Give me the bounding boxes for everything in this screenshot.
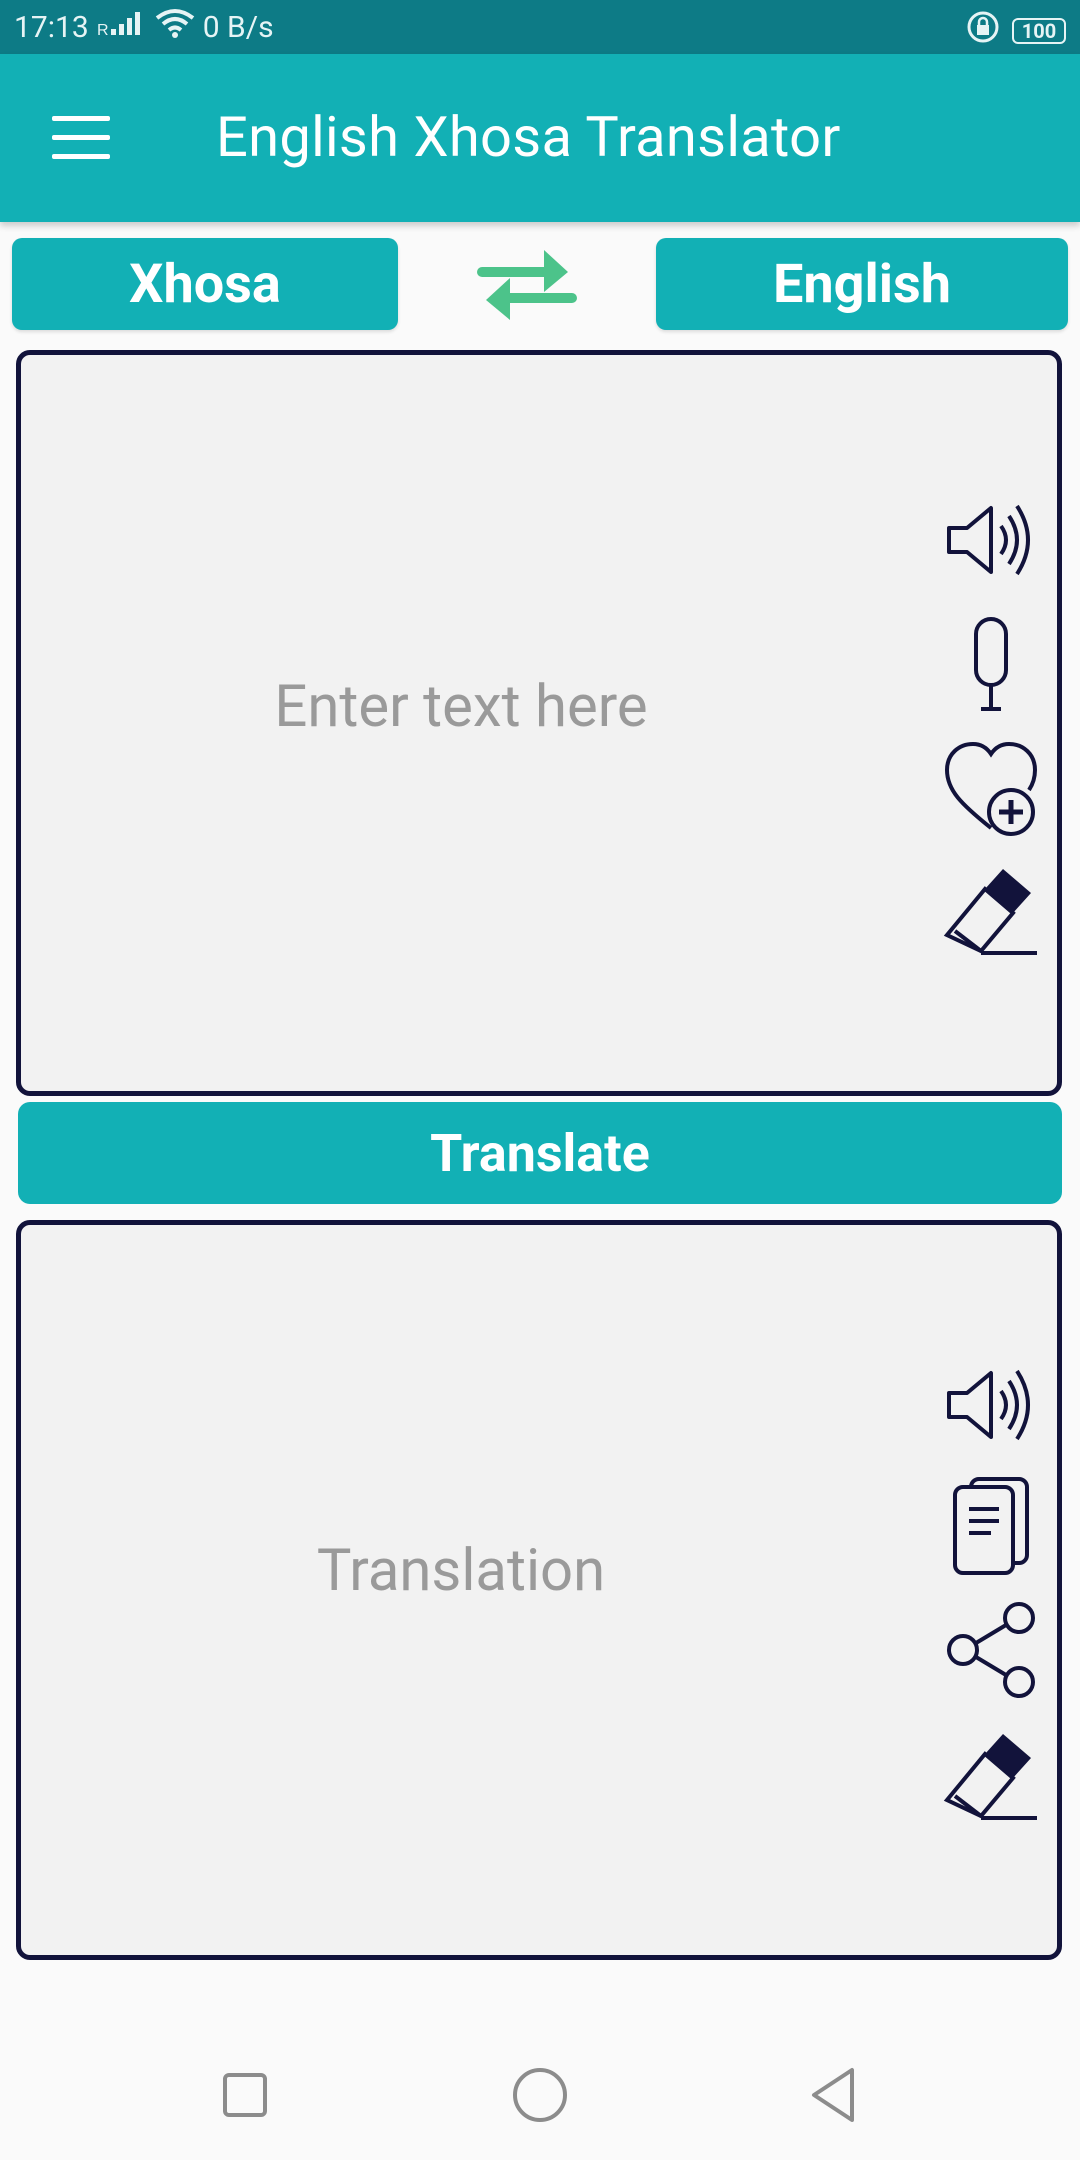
network-speed: 0 B/s [202, 9, 274, 45]
favorite-add-icon[interactable] [941, 740, 1041, 840]
back-triangle-icon[interactable] [800, 2060, 870, 2130]
swap-arrows-icon[interactable] [472, 242, 582, 328]
microphone-icon[interactable] [941, 615, 1041, 715]
home-circle-icon[interactable] [505, 2060, 575, 2130]
navigation-bar [0, 2000, 1080, 2160]
recents-square-icon[interactable] [210, 2060, 280, 2130]
input-text-field[interactable]: Enter text here [21, 673, 901, 741]
translate-button[interactable]: Translate [18, 1102, 1062, 1204]
battery-indicator: 100 [1012, 18, 1066, 44]
output-panel: Translation [16, 1220, 1062, 1960]
signal-icon: R [97, 9, 147, 45]
translate-button-label: Translate [430, 1122, 650, 1184]
speaker-icon[interactable] [941, 490, 1041, 590]
status-bar: 17:13 R 0 B/s 100 [0, 0, 1080, 54]
copy-icon[interactable] [941, 1475, 1041, 1575]
eraser-icon[interactable] [941, 1730, 1041, 1830]
eraser-icon[interactable] [941, 865, 1041, 965]
app-title: English Xhosa Translator [216, 104, 841, 170]
speaker-icon[interactable] [941, 1355, 1041, 1455]
status-time: 17:13 [14, 9, 89, 45]
translation-text: Translation [316, 1537, 606, 1605]
input-panel[interactable]: Enter text here [16, 350, 1062, 1096]
svg-text:R: R [97, 22, 109, 37]
target-language-label: English [772, 252, 952, 316]
lock-rotation-icon [966, 10, 1000, 52]
target-language-button[interactable]: English [656, 238, 1068, 330]
source-language-label: Xhosa [129, 252, 281, 316]
source-language-button[interactable]: Xhosa [12, 238, 398, 330]
share-icon[interactable] [941, 1600, 1041, 1700]
menu-icon[interactable] [52, 116, 114, 160]
battery-level: 100 [1021, 19, 1057, 43]
wifi-icon [155, 8, 195, 46]
app-bar: English Xhosa Translator [0, 54, 1080, 222]
